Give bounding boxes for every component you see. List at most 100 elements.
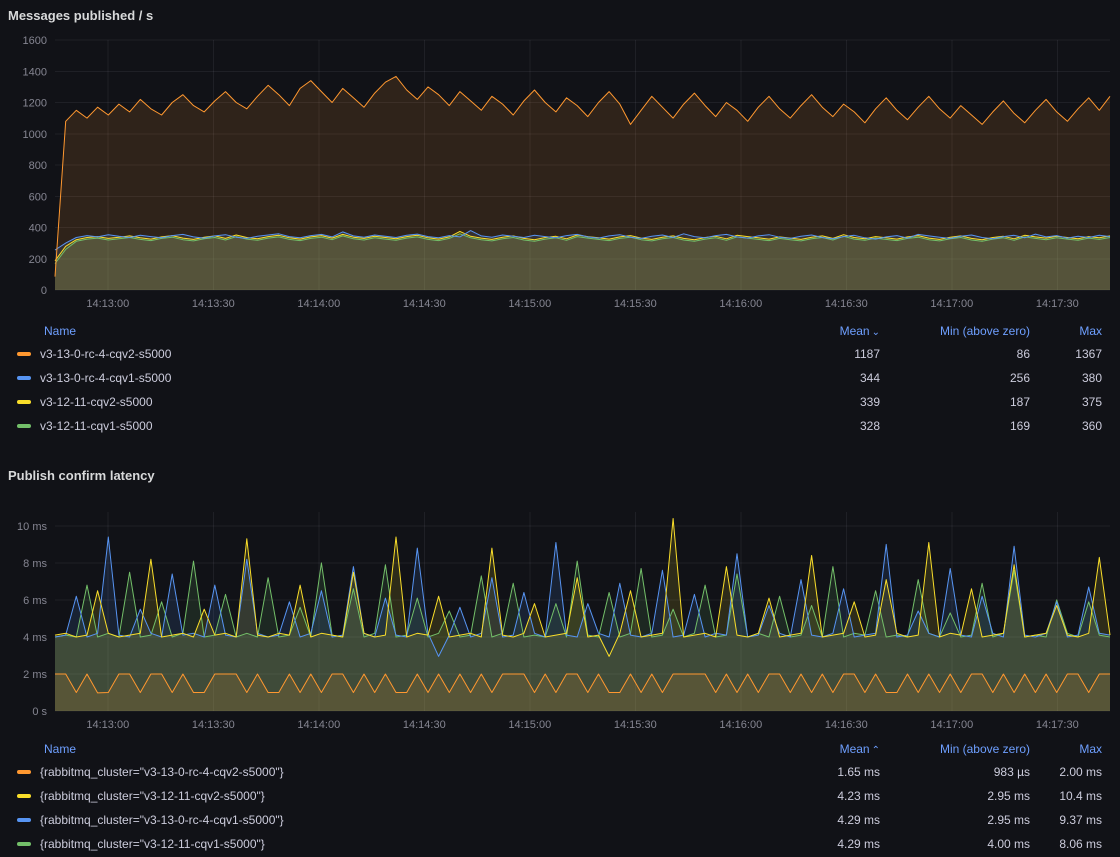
x-axis-label: 14:16:30 xyxy=(825,298,868,310)
panel-title[interactable]: Messages published / s xyxy=(0,0,1120,30)
series-name[interactable]: v3-12-11-cqv2-s5000 xyxy=(40,395,760,409)
y-axis-label: 1000 xyxy=(23,129,47,141)
legend-header-max[interactable]: Max xyxy=(1030,742,1102,756)
legend-row[interactable]: v3-13-0-rc-4-cqv1-s5000344256380 xyxy=(0,366,1120,390)
x-axis-label: 14:14:00 xyxy=(297,298,340,310)
legend-header-min[interactable]: Min (above zero) xyxy=(880,324,1030,338)
x-axis-label: 14:17:30 xyxy=(1036,719,1079,731)
legend-max-value: 1367 xyxy=(1030,347,1102,361)
x-axis-label: 14:16:00 xyxy=(719,298,762,310)
x-axis-label: 14:14:00 xyxy=(297,719,340,731)
x-axis-label: 14:13:30 xyxy=(192,719,235,731)
legend-row[interactable]: v3-12-11-cqv1-s5000328169360 xyxy=(0,414,1120,438)
legend-mean-value: 339 xyxy=(760,395,880,409)
legend-row[interactable]: {rabbitmq_cluster="v3-13-0-rc-4-cqv2-s50… xyxy=(0,760,1120,784)
messages-published-chart[interactable]: 0200400600800100012001400160014:13:0014:… xyxy=(0,30,1120,318)
legend-mean-value: 4.29 ms xyxy=(760,813,880,827)
legend-mean-value: 4.23 ms xyxy=(760,789,880,803)
y-axis-label: 1600 xyxy=(23,35,47,47)
series-color-swatch[interactable] xyxy=(17,770,31,774)
legend-min-value: 256 xyxy=(880,371,1030,385)
series-name[interactable]: v3-13-0-rc-4-cqv1-s5000 xyxy=(40,371,760,385)
x-axis-label: 14:13:00 xyxy=(86,719,129,731)
legend-mean-value: 1.65 ms xyxy=(760,765,880,779)
series-color-swatch[interactable] xyxy=(17,842,31,846)
legend-min-value: 2.95 ms xyxy=(880,813,1030,827)
series-name[interactable]: v3-12-11-cqv1-s5000 xyxy=(40,419,760,433)
legend-mean-value: 4.29 ms xyxy=(760,837,880,851)
y-axis-label: 1200 xyxy=(23,98,47,110)
legend-min-value: 4.00 ms xyxy=(880,837,1030,851)
series-color-swatch[interactable] xyxy=(17,424,31,428)
legend-row[interactable]: v3-13-0-rc-4-cqv2-s50001187861367 xyxy=(0,342,1120,366)
legend-max-value: 2.00 ms xyxy=(1030,765,1102,779)
x-axis-label: 14:13:00 xyxy=(86,298,129,310)
legend-table: Name Mean⌃ Min (above zero) Max {rabbitm… xyxy=(0,738,1120,856)
legend-header-name[interactable]: Name xyxy=(0,742,760,756)
series-name[interactable]: {rabbitmq_cluster="v3-13-0-rc-4-cqv2-s50… xyxy=(40,765,760,779)
legend-max-value: 375 xyxy=(1030,395,1102,409)
x-axis-label: 14:15:00 xyxy=(508,298,551,310)
x-axis-label: 14:17:00 xyxy=(930,298,973,310)
x-axis-label: 14:14:30 xyxy=(403,298,446,310)
series-color-swatch[interactable] xyxy=(17,794,31,798)
y-axis-label: 8 ms xyxy=(23,558,47,570)
x-axis-label: 14:17:30 xyxy=(1036,298,1079,310)
legend-mean-value: 344 xyxy=(760,371,880,385)
legend-header-min[interactable]: Min (above zero) xyxy=(880,742,1030,756)
series-name[interactable]: v3-13-0-rc-4-cqv2-s5000 xyxy=(40,347,760,361)
series-name[interactable]: {rabbitmq_cluster="v3-13-0-rc-4-cqv1-s50… xyxy=(40,813,760,827)
legend-rows: {rabbitmq_cluster="v3-13-0-rc-4-cqv2-s50… xyxy=(0,760,1120,856)
legend-header-mean[interactable]: Mean⌃ xyxy=(760,742,880,756)
x-axis-label: 14:16:30 xyxy=(825,719,868,731)
x-axis-label: 14:17:00 xyxy=(930,719,973,731)
panel-messages-published: Messages published / s 02004006008001000… xyxy=(0,0,1120,438)
legend-min-value: 187 xyxy=(880,395,1030,409)
series-name[interactable]: {rabbitmq_cluster="v3-12-11-cqv1-s5000"} xyxy=(40,837,760,851)
x-axis-label: 14:15:30 xyxy=(614,719,657,731)
x-axis-label: 14:13:30 xyxy=(192,298,235,310)
y-axis-label: 0 s xyxy=(32,706,47,718)
panel-publish-confirm-latency: Publish confirm latency 0 s2 ms4 ms6 ms8… xyxy=(0,460,1120,856)
x-axis-label: 14:16:00 xyxy=(719,719,762,731)
series-color-swatch[interactable] xyxy=(17,818,31,822)
legend-max-value: 360 xyxy=(1030,419,1102,433)
legend-table: Name Mean⌄ Min (above zero) Max v3-13-0-… xyxy=(0,320,1120,438)
y-axis-label: 600 xyxy=(29,191,47,203)
legend-header-max[interactable]: Max xyxy=(1030,324,1102,338)
legend-header: Name Mean⌃ Min (above zero) Max xyxy=(0,738,1120,760)
panel-title[interactable]: Publish confirm latency xyxy=(0,460,1120,490)
legend-row[interactable]: {rabbitmq_cluster="v3-12-11-cqv2-s5000"}… xyxy=(0,784,1120,808)
legend-header: Name Mean⌄ Min (above zero) Max xyxy=(0,320,1120,342)
legend-rows: v3-13-0-rc-4-cqv2-s50001187861367v3-13-0… xyxy=(0,342,1120,438)
legend-min-value: 983 µs xyxy=(880,765,1030,779)
series-color-swatch[interactable] xyxy=(17,376,31,380)
legend-min-value: 86 xyxy=(880,347,1030,361)
legend-max-value: 9.37 ms xyxy=(1030,813,1102,827)
legend-max-value: 8.06 ms xyxy=(1030,837,1102,851)
x-axis-label: 14:14:30 xyxy=(403,719,446,731)
y-axis-label: 200 xyxy=(29,254,47,266)
legend-header-name[interactable]: Name xyxy=(0,324,760,338)
legend-header-mean[interactable]: Mean⌄ xyxy=(760,324,880,338)
grafana-dashboard: Messages published / s 02004006008001000… xyxy=(0,0,1120,856)
legend-mean-value: 1187 xyxy=(760,347,880,361)
legend-max-value: 10.4 ms xyxy=(1030,789,1102,803)
y-axis-label: 0 xyxy=(41,285,47,297)
legend-min-value: 2.95 ms xyxy=(880,789,1030,803)
legend-row[interactable]: {rabbitmq_cluster="v3-12-11-cqv1-s5000"}… xyxy=(0,832,1120,856)
x-axis-label: 14:15:00 xyxy=(508,719,551,731)
legend-row[interactable]: {rabbitmq_cluster="v3-13-0-rc-4-cqv1-s50… xyxy=(0,808,1120,832)
legend-mean-value: 328 xyxy=(760,419,880,433)
publish-confirm-latency-chart[interactable]: 0 s2 ms4 ms6 ms8 ms10 ms14:13:0014:13:30… xyxy=(0,490,1120,736)
sort-caret-icon: ⌄ xyxy=(872,327,880,338)
legend-row[interactable]: v3-12-11-cqv2-s5000339187375 xyxy=(0,390,1120,414)
y-axis-label: 800 xyxy=(29,160,47,172)
series-color-swatch[interactable] xyxy=(17,400,31,404)
y-axis-label: 2 ms xyxy=(23,669,47,681)
series-color-swatch[interactable] xyxy=(17,352,31,356)
series-name[interactable]: {rabbitmq_cluster="v3-12-11-cqv2-s5000"} xyxy=(40,789,760,803)
legend-min-value: 169 xyxy=(880,419,1030,433)
sort-caret-icon: ⌃ xyxy=(872,745,880,756)
y-axis-label: 4 ms xyxy=(23,632,47,644)
